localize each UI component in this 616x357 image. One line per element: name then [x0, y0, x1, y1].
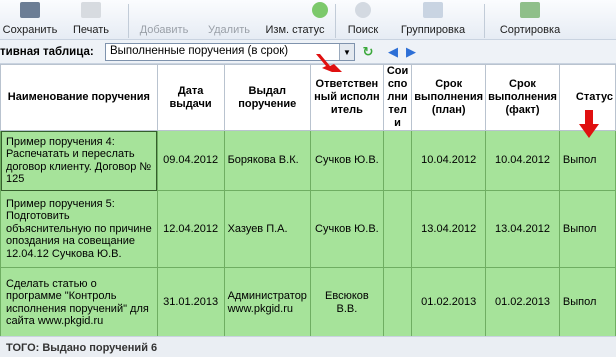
cell-deadline-fact[interactable]: 10.04.2012	[485, 130, 560, 191]
add-button[interactable]: Добавить	[134, 0, 194, 40]
cell-status[interactable]: Выпол	[558, 190, 616, 268]
change-status-icon	[312, 2, 328, 18]
toolbar-separator	[335, 4, 336, 38]
cell-co-executors[interactable]	[382, 130, 413, 191]
group-icon	[423, 2, 443, 18]
cell-deadline-plan[interactable]: 10.04.2012	[411, 130, 487, 191]
cell-co-executors[interactable]	[382, 267, 413, 338]
toolbar-separator	[484, 4, 485, 38]
active-table-bar: тивная таблица: Выполненные поручения (в…	[0, 40, 616, 64]
cell-co-executors[interactable]	[382, 190, 413, 268]
cell-responsible[interactable]: Сучков Ю.В.	[309, 190, 384, 268]
cell-issuer[interactable]: Хазуев П.А.	[223, 190, 311, 268]
column-header-deadline-fact[interactable]: Срок выполнения (факт)	[485, 64, 560, 131]
search-icon	[355, 2, 371, 18]
red-arrow-icon	[316, 54, 342, 72]
column-header-deadline-plan[interactable]: Срок выполнения (план)	[411, 64, 487, 131]
arrow-left-icon[interactable]: ◀	[386, 44, 400, 59]
cell-issuer[interactable]: Администратор www.pkgid.ru	[223, 267, 311, 338]
cell-date[interactable]: 12.04.2012	[156, 190, 225, 268]
total-footer: ТОГО: Выдано поручений 6	[0, 336, 616, 357]
cell-name[interactable]: Сделать статью о программе "Контроль исп…	[0, 267, 158, 338]
column-header-co-executors[interactable]: Соисполнители	[382, 64, 413, 131]
cell-status[interactable]: Выпол	[558, 267, 616, 338]
arrow-right-icon[interactable]: ▶	[404, 44, 418, 59]
toolbar-separator	[128, 4, 129, 38]
total-label: ТОГО: Выдано поручений 6	[6, 342, 158, 354]
orders-table: Наименование поручения Дата выдачи Выдал…	[0, 64, 616, 338]
column-header-name[interactable]: Наименование поручения	[0, 64, 158, 131]
table-row[interactable]: Пример поручения 5: Подготовить объяснит…	[0, 190, 616, 268]
delete-button[interactable]: Удалить	[203, 0, 255, 40]
change-status-button[interactable]: Изм. статус	[262, 0, 328, 40]
print-icon	[81, 2, 101, 18]
sort-icon	[520, 2, 540, 18]
table-row[interactable]: Сделать статью о программе "Контроль исп…	[0, 267, 616, 338]
cell-deadline-plan[interactable]: 13.04.2012	[411, 190, 487, 268]
cell-issuer[interactable]: Борякова В.К.	[223, 130, 311, 191]
active-table-value: Выполненные поручения (в срок)	[110, 45, 289, 57]
active-table-label: тивная таблица:	[0, 45, 94, 58]
cell-name[interactable]: Пример поручения 5: Подготовить объяснит…	[0, 190, 158, 268]
column-header-responsible[interactable]: Ответственный исполнитель	[309, 64, 384, 131]
cell-deadline-fact[interactable]: 13.04.2012	[485, 190, 560, 268]
save-icon	[20, 2, 40, 18]
group-button[interactable]: Группировка	[393, 0, 473, 40]
table-header-row: Наименование поручения Дата выдачи Выдал…	[0, 64, 616, 131]
cell-date[interactable]: 09.04.2012	[156, 130, 225, 191]
column-header-issuer[interactable]: Выдал поручение	[223, 64, 311, 131]
cell-responsible[interactable]: Сучков Ю.В.	[309, 130, 384, 191]
column-header-date[interactable]: Дата выдачи	[156, 64, 225, 131]
print-button[interactable]: Печать	[66, 0, 116, 40]
cell-name[interactable]: Пример поручения 4: Распечатать и пересл…	[0, 130, 158, 191]
cell-date[interactable]: 31.01.2013	[156, 267, 225, 338]
cell-responsible[interactable]: Евсюков В.В.	[309, 267, 384, 338]
cell-deadline-plan[interactable]: 01.02.2013	[411, 267, 487, 338]
table-row[interactable]: Пример поручения 4: Распечатать и пересл…	[0, 130, 616, 191]
search-button[interactable]: Поиск	[345, 0, 381, 40]
save-button[interactable]: Сохранить	[0, 0, 60, 40]
toolbar: Сохранить Печать Добавить Удалить Изм. с…	[0, 0, 616, 40]
refresh-icon[interactable]: ↻	[361, 44, 375, 59]
red-arrow-icon	[579, 110, 599, 138]
sort-button[interactable]: Сортировка	[490, 0, 570, 40]
cell-deadline-fact[interactable]: 01.02.2013	[485, 267, 560, 338]
